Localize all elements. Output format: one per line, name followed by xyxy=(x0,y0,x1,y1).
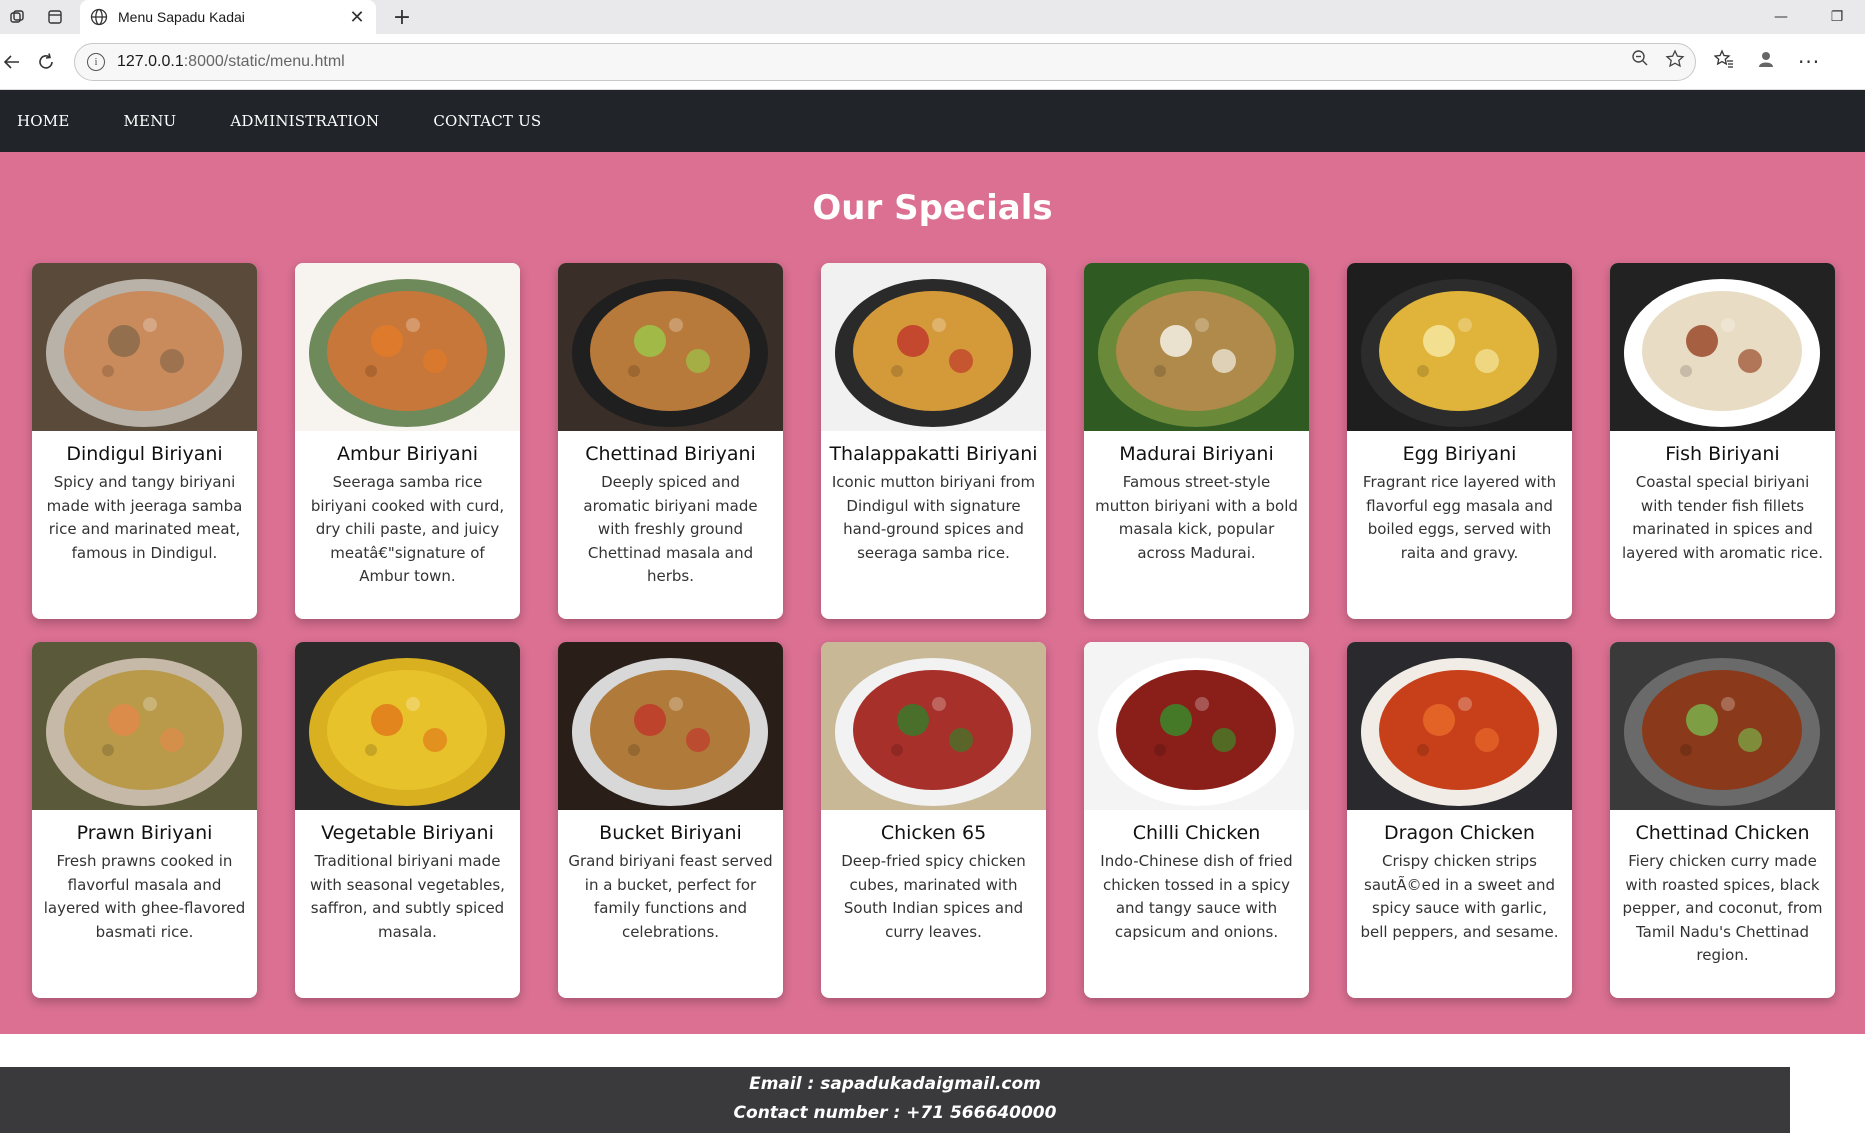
dish-name: Thalappakatti Biriyani xyxy=(829,443,1038,465)
dish-name: Vegetable Biriyani xyxy=(321,822,494,844)
dish-name: Chettinad Biriyani xyxy=(585,443,756,465)
close-tab-icon[interactable]: ✕ xyxy=(348,7,366,28)
globe-icon xyxy=(90,8,108,26)
dish-image xyxy=(821,642,1046,810)
restore-icon[interactable]: ❐ xyxy=(1809,0,1865,34)
page-heading: Our Specials xyxy=(812,188,1053,228)
address-bar[interactable]: i 127.0.0.1:8000/static/menu.html xyxy=(74,42,1696,81)
browser-toolbar: i 127.0.0.1:8000/static/menu.html ··· xyxy=(0,34,1865,90)
menu-card: Chettinad Biriyani Deeply spiced and arom… xyxy=(558,263,783,619)
dish-description: Indo-Chinese dish of fried chicken tosse… xyxy=(1100,852,1293,941)
footer-email: Email : sapadukadaigmail.com xyxy=(749,1074,1041,1094)
dish-description: Coastal special biriyani with tender fis… xyxy=(1621,473,1824,562)
dish-image xyxy=(295,642,520,810)
dish-image xyxy=(1084,263,1309,431)
favorite-star-icon[interactable] xyxy=(1665,49,1685,74)
dish-name: Bucket Biriyani xyxy=(599,822,742,844)
menu-card: Thalappakatti Biriyani Iconic mutton biri… xyxy=(821,263,1046,619)
dish-description: Traditional biriyani made with seasonal … xyxy=(310,852,505,941)
menu-card: Dindigul Biriyani Spicy and tangy biriyan… xyxy=(32,263,257,619)
site-info-icon[interactable]: i xyxy=(87,52,105,71)
menu-card: Prawn Biriyani Fresh prawns cooked in fla… xyxy=(32,642,257,998)
menu-card: Chettinad Chicken Fiery chicken curry mad… xyxy=(1610,642,1835,998)
dish-name: Ambur Biriyani xyxy=(336,443,479,465)
workspaces-icon[interactable] xyxy=(2,0,32,34)
footer-contact: Contact number : +71 566640000 xyxy=(733,1103,1057,1123)
dish-description: Fragrant rice layered with flavorful egg… xyxy=(1362,473,1557,562)
dish-name: Chettinad Chicken xyxy=(1635,822,1810,844)
dish-image xyxy=(1610,263,1835,431)
new-tab-icon[interactable]: + xyxy=(390,5,414,30)
dish-name: Chilli Chicken xyxy=(1132,822,1261,844)
menu-card: Vegetable Biriyani Traditional biriyani m… xyxy=(295,642,520,998)
reload-icon[interactable] xyxy=(26,42,66,82)
dish-name: Dragon Chicken xyxy=(1384,822,1535,844)
minimize-icon[interactable]: — xyxy=(1753,0,1809,34)
nav-administration-link[interactable]: ADMINISTRATION xyxy=(230,112,379,130)
dish-name: Dindigul Biriyani xyxy=(66,443,223,465)
dish-image xyxy=(1610,642,1835,810)
menu-card: Chicken 65 Deep-fried spicy chicken cubes… xyxy=(821,642,1046,998)
site-navbar: HOME MENU ADMINISTRATION CONTACT US xyxy=(0,90,1865,152)
menu-card: Madurai Biriyani Famous street-style mutt… xyxy=(1084,263,1309,619)
dish-name: Prawn Biriyani xyxy=(76,822,213,844)
dish-description: Deeply spiced and aromatic biriyani made… xyxy=(583,473,758,585)
menu-card: Fish Biriyani Coastal special biriyani wi… xyxy=(1610,263,1835,619)
dish-image xyxy=(1347,263,1572,431)
dish-description: Iconic mutton biriyani from Dindigul wit… xyxy=(831,473,1036,562)
dish-name: Chicken 65 xyxy=(880,822,987,844)
nav-home-link[interactable]: HOME xyxy=(17,112,70,130)
more-options-icon[interactable]: ··· xyxy=(1798,50,1820,74)
dish-image xyxy=(32,642,257,810)
zoom-out-icon[interactable] xyxy=(1631,49,1649,74)
browser-tabbar: Menu Sapadu Kadai ✕ + — ❐ xyxy=(0,0,1865,34)
tab-title: Menu Sapadu Kadai xyxy=(118,9,245,25)
dish-description: Famous street-style mutton biriyani with… xyxy=(1095,473,1298,562)
back-icon[interactable] xyxy=(0,42,26,82)
url-text: 127.0.0.1:8000/static/menu.html xyxy=(117,52,345,70)
dish-description: Grand biriyani feast served in a bucket,… xyxy=(568,852,773,941)
dish-image xyxy=(32,263,257,431)
nav-menu-link[interactable]: MENU xyxy=(124,112,177,130)
dish-image xyxy=(1084,642,1309,810)
menu-card: Chilli Chicken Indo-Chinese dish of fried… xyxy=(1084,642,1309,998)
favorites-icon[interactable] xyxy=(1713,49,1734,74)
specials-section: Our Specials Dindigul Biriyani Spicy and … xyxy=(0,152,1865,1034)
menu-card: Egg Biriyani Fragrant rice layered with f… xyxy=(1347,263,1572,619)
profile-icon[interactable] xyxy=(1756,49,1776,74)
dish-name: Madurai Biriyani xyxy=(1119,443,1274,465)
dish-image xyxy=(558,263,783,431)
menu-card: Dragon Chicken Crispy chicken strips saut… xyxy=(1347,642,1572,998)
browser-tab[interactable]: Menu Sapadu Kadai ✕ xyxy=(80,0,376,34)
footer: Email : sapadukadaigmail.com Contact num… xyxy=(0,1067,1790,1133)
menu-card: Bucket Biriyani Grand biriyani feast serv… xyxy=(558,642,783,998)
dish-image xyxy=(821,263,1046,431)
dish-image xyxy=(1347,642,1572,810)
menu-card: Ambur Biriyani Seeraga samba rice biriyan… xyxy=(295,263,520,619)
dish-description: Deep-fried spicy chicken cubes, marinate… xyxy=(841,852,1026,941)
menu-grid: Dindigul Biriyani Spicy and tangy biriyan… xyxy=(32,263,1835,998)
tab-actions-icon[interactable] xyxy=(40,0,70,34)
dish-description: Fresh prawns cooked in flavorful masala … xyxy=(43,852,246,941)
dish-image xyxy=(558,642,783,810)
dish-name: Fish Biriyani xyxy=(1665,443,1780,465)
dish-description: Seeraga samba rice biriyani cooked with … xyxy=(310,473,505,585)
dish-description: Fiery chicken curry made with roasted sp… xyxy=(1622,852,1823,964)
nav-contact-link[interactable]: CONTACT US xyxy=(433,112,541,130)
dish-image xyxy=(295,263,520,431)
dish-description: Spicy and tangy biriyani made with jeera… xyxy=(46,473,243,562)
dish-name: Egg Biriyani xyxy=(1402,443,1517,465)
window-controls: — ❐ xyxy=(1753,0,1865,34)
dish-description: Crispy chicken strips sautÃ©ed in a swee… xyxy=(1360,852,1559,941)
